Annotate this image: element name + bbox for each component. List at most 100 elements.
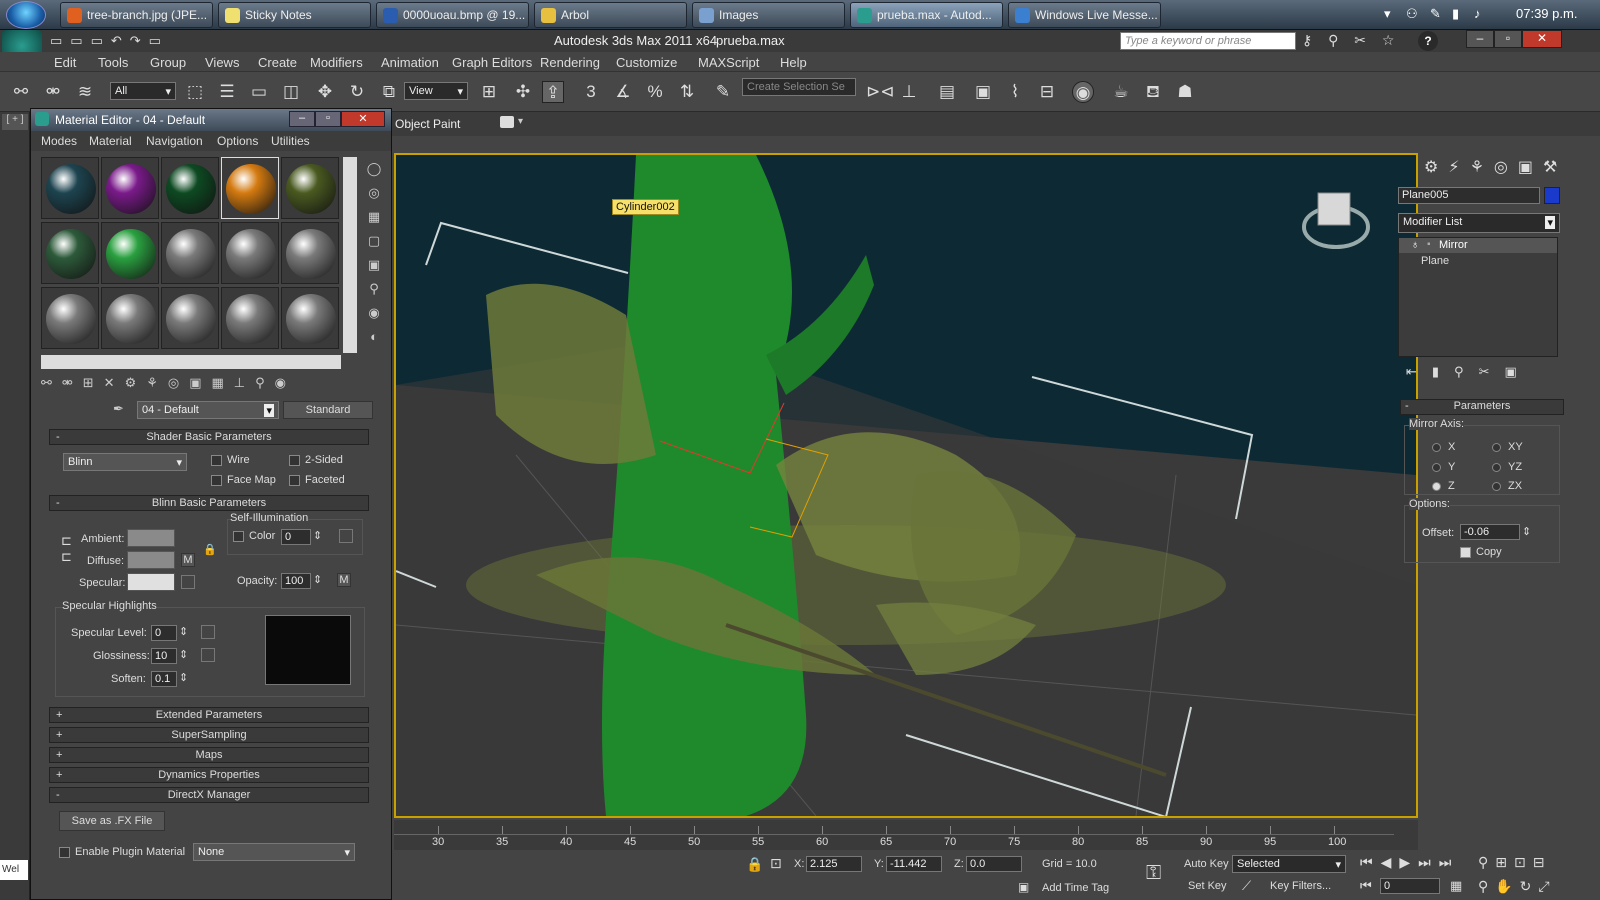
- shader-basic-rollout[interactable]: - Shader Basic Parameters: [49, 429, 369, 445]
- stack-tools-icons[interactable]: ⇤▮⚲✂▣: [1398, 361, 1558, 383]
- save-fx-button[interactable]: Save as .FX File: [59, 811, 165, 831]
- sample-slot[interactable]: [221, 222, 279, 284]
- opacity-map-button[interactable]: M: [337, 573, 351, 587]
- axis-x-radio[interactable]: [1432, 443, 1441, 452]
- percent-snap-icon[interactable]: %: [644, 81, 666, 103]
- taskbar-item-1[interactable]: Sticky Notes: [218, 2, 371, 28]
- taskbar-item-0[interactable]: tree-branch.jpg (JPE...: [60, 2, 213, 28]
- axis-yz-radio[interactable]: [1492, 463, 1501, 472]
- current-frame-field[interactable]: 0: [1380, 878, 1440, 894]
- pivot-center-icon[interactable]: ⊞: [478, 81, 500, 103]
- selection-filter-dropdown[interactable]: All ▾: [110, 82, 176, 100]
- material-editor-titlebar[interactable]: Material Editor - 04 - Default – ▫ ✕: [31, 109, 391, 131]
- maximize-button[interactable]: ▫: [1494, 30, 1522, 48]
- stack-item-plane[interactable]: Plane: [1421, 255, 1449, 267]
- sample-slot[interactable]: [281, 157, 339, 219]
- signal-icon[interactable]: ▮: [1452, 6, 1459, 22]
- light-bulb-icon[interactable]: ♁: [1411, 239, 1419, 251]
- dynamics-properties-rollout[interactable]: + Dynamics Properties: [49, 767, 369, 783]
- render-production-icon[interactable]: ☗: [1174, 81, 1196, 103]
- quick-access-icons[interactable]: ▭▭▭↶↷▭: [50, 33, 220, 49]
- set-key-button[interactable]: Set Key: [1188, 880, 1227, 892]
- me-minimize-button[interactable]: –: [289, 111, 315, 127]
- key-filters-button[interactable]: Key Filters...: [1270, 880, 1331, 892]
- reference-coordinate-dropdown[interactable]: View ▾: [404, 82, 468, 100]
- taskbar-item-4[interactable]: Images: [692, 2, 845, 28]
- keyboard-shortcut-override-icon[interactable]: ⇪: [542, 81, 564, 103]
- window-crossing-icon[interactable]: ◫: [280, 81, 302, 103]
- command-panel-tabs[interactable]: ⚙⚡⚘◎▣⚒: [1418, 153, 1600, 185]
- diffuse-map-button[interactable]: M: [181, 553, 195, 567]
- spinner-icon[interactable]: ⇕: [313, 529, 322, 542]
- sample-slot[interactable]: [281, 287, 339, 349]
- self-illum-value-field[interactable]: 0: [281, 529, 311, 545]
- soften-field[interactable]: 0.1: [151, 671, 177, 687]
- help-icon[interactable]: ?: [1418, 31, 1438, 51]
- supersampling-rollout[interactable]: + SuperSampling: [49, 727, 369, 743]
- enable-plugin-checkbox[interactable]: [59, 847, 70, 858]
- spinner-snap-icon[interactable]: ⇅: [676, 81, 698, 103]
- lock-ambient-diffuse-icon[interactable]: ⊏ ⊏: [61, 533, 77, 575]
- mirror-icon[interactable]: ⊳⊲: [866, 81, 895, 103]
- sample-slot[interactable]: [221, 157, 279, 219]
- key-mode-dropdown[interactable]: Selected ▾: [1232, 855, 1346, 873]
- link-icon[interactable]: ⚯: [10, 81, 32, 103]
- taskbar-item-3[interactable]: Arbol: [534, 2, 687, 28]
- menu-views[interactable]: Views: [205, 55, 239, 70]
- maps-rollout[interactable]: + Maps: [49, 747, 369, 763]
- tools-icon[interactable]: ✎: [1430, 6, 1441, 22]
- close-button[interactable]: ✕: [1522, 30, 1562, 48]
- bind-space-warp-icon[interactable]: ≋: [74, 81, 96, 103]
- specular-map-button[interactable]: [181, 575, 195, 589]
- select-manipulate-icon[interactable]: ✣: [512, 81, 534, 103]
- material-type-button[interactable]: Standard: [283, 401, 373, 419]
- spinner-icon[interactable]: ⇕: [179, 625, 188, 638]
- named-selection-sets-dropdown[interactable]: Create Selection Se: [742, 78, 856, 96]
- y-coordinate-field[interactable]: -11.442: [886, 856, 942, 872]
- move-icon[interactable]: ✥: [314, 81, 336, 103]
- playback-controls-icons[interactable]: ⏮◀▶⏭⏭: [1360, 854, 1459, 871]
- taskbar-item-5[interactable]: prueba.max - Autod...: [850, 2, 1003, 28]
- network-users-icon[interactable]: ⚇: [1406, 6, 1418, 22]
- lock-selection-icon[interactable]: 🔒: [746, 856, 763, 873]
- faceted-checkbox[interactable]: [289, 475, 300, 486]
- schematic-view-icon[interactable]: ⊟: [1036, 81, 1058, 103]
- self-illum-color-checkbox[interactable]: [233, 531, 244, 542]
- clock[interactable]: 07:39 p.m.: [1516, 6, 1577, 21]
- taskbar-item-6[interactable]: Windows Live Messe...: [1008, 2, 1161, 28]
- opacity-field[interactable]: 100: [281, 573, 311, 589]
- plugin-material-dropdown[interactable]: None ▾: [193, 843, 355, 861]
- menu-group[interactable]: Group: [150, 55, 186, 70]
- material-editor-icon[interactable]: ◉: [1072, 81, 1094, 103]
- maxscript-listener-field[interactable]: Wel: [0, 860, 28, 880]
- menu-create[interactable]: Create: [258, 55, 297, 70]
- eyedropper-icon[interactable]: ✒: [113, 401, 124, 417]
- selection-region-icon[interactable]: ▭: [248, 81, 270, 103]
- viewport-navigation-icons[interactable]: ⚲⊞⊡⊟: [1478, 854, 1551, 871]
- bottom-tools-icons[interactable]: ⚯⚮⊞✕⚙⚘◎▣▦⊥⚲◉: [41, 375, 371, 395]
- layer-manager-icon[interactable]: ▤: [936, 81, 958, 103]
- infocenter-icons[interactable]: ⚷ ⚲ ✂ ☆: [1302, 32, 1400, 49]
- absolute-mode-icon[interactable]: ⊡: [770, 855, 782, 872]
- menu-graph-editors[interactable]: Graph Editors: [452, 55, 532, 70]
- sample-slot[interactable]: [101, 287, 159, 349]
- volume-icon[interactable]: ♪: [1474, 6, 1481, 21]
- glossiness-field[interactable]: 10: [151, 648, 177, 664]
- rotate-icon[interactable]: ↻: [346, 81, 368, 103]
- sample-slot[interactable]: [161, 157, 219, 219]
- scale-icon[interactable]: ⧉: [378, 81, 400, 103]
- sample-slot[interactable]: [41, 287, 99, 349]
- menu-animation[interactable]: Animation: [381, 55, 439, 70]
- sample-slot[interactable]: [41, 222, 99, 284]
- self-illum-map-button[interactable]: [339, 529, 353, 543]
- me-menu-material[interactable]: Material: [89, 134, 132, 148]
- frame-step-icon[interactable]: ⏮: [1360, 878, 1372, 894]
- minimize-button[interactable]: –: [1466, 30, 1494, 48]
- viewport-pan-icons[interactable]: ⚲✋↻⤢: [1478, 878, 1557, 895]
- menu-help[interactable]: Help: [780, 55, 807, 70]
- axis-z-radio[interactable]: [1432, 482, 1441, 491]
- z-coordinate-field[interactable]: 0.0: [966, 856, 1022, 872]
- time-slider-trackbar[interactable]: 30 35 40 45 50 55 60 65 70 75 80 85 90 95 100: [394, 820, 1418, 850]
- spinner-icon[interactable]: ⇕: [1522, 525, 1531, 538]
- side-tools-icons[interactable]: ◯ ◎ ▦ ▢ ▣ ⚲ ◉ ◐: [361, 157, 387, 357]
